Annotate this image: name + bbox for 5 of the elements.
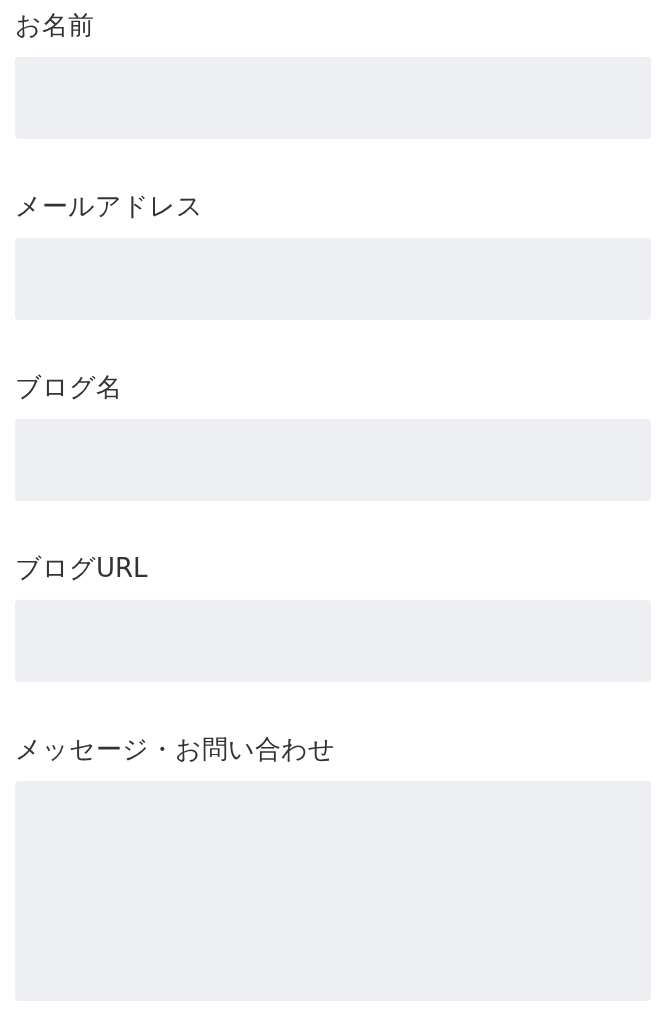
field-label: メールアドレス xyxy=(15,191,203,222)
field-label: ブログ名 xyxy=(15,372,122,403)
field-label: お名前 xyxy=(15,10,94,41)
field-label: メッセージ・お問い合わせ xyxy=(15,734,335,765)
field-label: ブログURL xyxy=(15,553,148,584)
